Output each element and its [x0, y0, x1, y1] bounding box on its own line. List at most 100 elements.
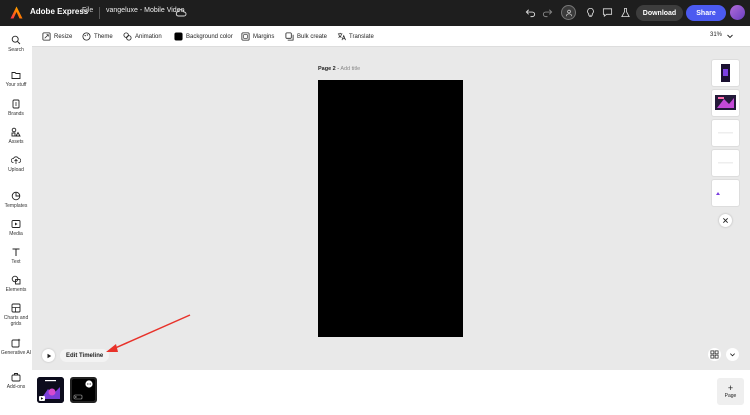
sidebar-item-label: Text: [11, 259, 21, 265]
theme-button[interactable]: Theme: [82, 31, 113, 42]
add-ons-icon: [11, 373, 21, 382]
timeline-strip: + Page: [32, 370, 750, 415]
sidebar-item-elements[interactable]: Elements: [0, 275, 32, 293]
artboard[interactable]: [318, 80, 463, 337]
margins-button[interactable]: Margins: [241, 31, 274, 42]
folder-icon: [11, 72, 21, 79]
adobe-express-logo-icon[interactable]: [10, 6, 23, 19]
sidebar-item-label: Your stuff: [5, 82, 27, 88]
sidebar-item-label: Assets: [8, 139, 24, 145]
bulk-create-label: Bulk create: [297, 33, 328, 40]
resize-label: Resize: [54, 33, 73, 40]
background-color-button[interactable]: Background color: [174, 31, 233, 42]
page-thumbnail-1[interactable]: [712, 60, 739, 86]
add-page-button[interactable]: + Page: [717, 378, 744, 405]
templates-icon: [11, 191, 21, 201]
animation-label: Animation: [135, 33, 162, 40]
sidebar-item-charts-and-grids[interactable]: Charts and grids: [0, 303, 32, 327]
charts-icon: [11, 303, 21, 313]
edit-timeline-button[interactable]: Edit Timeline: [60, 349, 110, 362]
play-icon: [47, 353, 51, 358]
document-title[interactable]: vangeluxe - Mobile Video: [106, 7, 184, 14]
bulk-create-button[interactable]: Bulk create: [285, 31, 327, 42]
animation-button[interactable]: Animation: [123, 31, 162, 42]
translate-button[interactable]: Translate: [337, 31, 374, 42]
share-button[interactable]: Share: [686, 5, 726, 21]
undo-icon[interactable]: [524, 6, 537, 19]
sidebar-item-generative-ai[interactable]: Generative AI: [0, 338, 32, 356]
timeline-clip-2[interactable]: [70, 377, 97, 403]
play-button[interactable]: [42, 349, 55, 362]
sidebar-item-text[interactable]: Text: [0, 247, 32, 265]
bulk-create-icon: [285, 32, 294, 41]
color-swatch-icon: [174, 32, 183, 41]
sidebar-item-upload[interactable]: Upload: [0, 155, 32, 173]
chevron-down-icon[interactable]: [726, 32, 734, 40]
search-icon: [11, 35, 21, 45]
download-button[interactable]: Download: [636, 5, 683, 21]
add-page-label: Page: [724, 393, 737, 399]
sidebar-item-label: Media: [9, 231, 23, 237]
sidebar-item-templates[interactable]: Templates: [0, 191, 32, 209]
file-menu[interactable]: File: [82, 7, 93, 14]
sidebar-item-label: Upload: [8, 167, 24, 173]
sidebar-item-search[interactable]: Search: [0, 35, 32, 53]
chevron-down-icon: [730, 353, 735, 357]
plus-icon: +: [727, 383, 734, 393]
text-icon: [12, 248, 20, 256]
close-thumbnails-button[interactable]: [719, 214, 732, 227]
app-name: Adobe Express: [30, 7, 89, 16]
sidebar-item-media[interactable]: Media: [0, 219, 32, 237]
resize-button[interactable]: Resize: [42, 31, 72, 42]
grid-icon: [710, 350, 719, 359]
page-thumbnail-2[interactable]: [712, 90, 739, 116]
background-color-label: Background color: [186, 33, 233, 40]
margins-label: Margins: [253, 33, 275, 40]
sidebar-item-label: Add-ons: [6, 384, 26, 390]
canvas-toolbar: Resize Theme Animation Background color …: [32, 26, 750, 47]
lightbulb-icon[interactable]: [584, 6, 597, 19]
grid-view-button[interactable]: [708, 348, 721, 361]
sidebar-item-label: Charts and grids: [3, 315, 29, 327]
theme-label: Theme: [94, 33, 113, 40]
user-avatar[interactable]: [730, 5, 745, 20]
margins-icon: [241, 32, 250, 41]
sidebar-item-label: Templates: [4, 203, 28, 209]
beaker-icon[interactable]: [619, 6, 632, 19]
generative-ai-icon: [11, 338, 21, 348]
add-collaborator-icon[interactable]: [561, 5, 576, 20]
sidebar-item-assets[interactable]: Assets: [0, 127, 32, 145]
divider: [99, 7, 100, 19]
sidebar-item-add-ons[interactable]: Add-ons: [0, 372, 32, 390]
sidebar-item-brands[interactable]: Brands: [0, 99, 32, 117]
comment-icon[interactable]: [601, 6, 614, 19]
upload-icon: [11, 156, 21, 164]
translate-icon: [337, 32, 346, 41]
zoom-level[interactable]: 31%: [710, 32, 722, 38]
page-number: Page 2: [318, 66, 336, 72]
page-thumbnail-3[interactable]: [712, 120, 739, 146]
left-sidebar: Search Your stuff Brands Assets Upload T…: [0, 26, 32, 415]
add-title-field[interactable]: Add title: [340, 66, 360, 72]
cloud-icon[interactable]: [175, 7, 187, 19]
close-icon: [723, 218, 728, 223]
sidebar-item-label: Elements: [5, 287, 27, 293]
top-bar: Adobe Express File vangeluxe - Mobile Vi…: [0, 0, 750, 26]
assets-icon: [11, 127, 21, 137]
collapse-button[interactable]: [726, 348, 739, 361]
resize-icon: [42, 32, 51, 41]
sidebar-item-label: Generative AI: [0, 350, 32, 356]
sidebar-item-label: Search: [8, 47, 24, 53]
theme-icon: [82, 32, 91, 41]
sidebar-item-label: Brands: [8, 111, 24, 117]
animation-icon: [123, 32, 132, 41]
translate-label: Translate: [349, 33, 374, 40]
elements-icon: [11, 275, 21, 285]
brand-icon: [12, 99, 20, 109]
sidebar-item-your-stuff[interactable]: Your stuff: [0, 70, 32, 88]
page-thumbnail-4[interactable]: [712, 150, 739, 176]
page-thumbnail-5[interactable]: [712, 180, 739, 206]
redo-icon[interactable]: [541, 6, 554, 19]
page-label: Page 2 - Add title: [318, 66, 360, 72]
timeline-clip-1[interactable]: [37, 377, 64, 403]
